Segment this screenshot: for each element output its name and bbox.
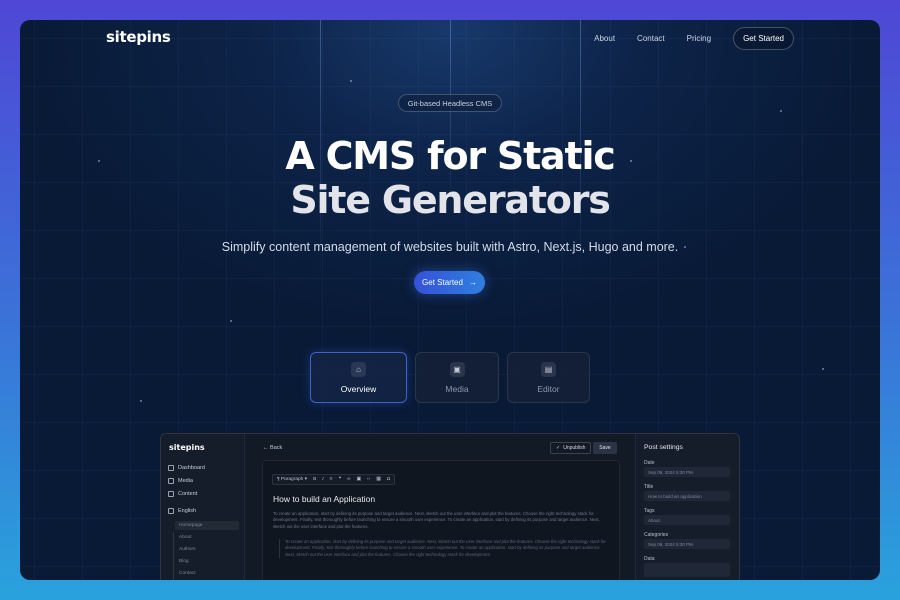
image-icon[interactable]: ▣: [356, 477, 361, 482]
code-icon[interactable]: ‹›: [367, 477, 370, 482]
title-label: Title: [644, 484, 654, 490]
list-icon[interactable]: ≡: [330, 477, 333, 482]
hero-title: A CMS for Static Site Generators: [20, 134, 880, 222]
hero-cta-label: Get Started: [422, 278, 463, 287]
app-preview: sitepins Dashboard Media Content English…: [160, 433, 740, 580]
sidebar-item-label: Media: [178, 478, 193, 484]
post-title: How to build an Application: [273, 494, 376, 504]
tags-field[interactable]: About: [644, 515, 730, 525]
images-icon: ▣: [449, 361, 465, 377]
star: [350, 80, 352, 82]
sidebar-item-english[interactable]: English: [168, 508, 196, 514]
sidebar-item-label: Dashboard: [178, 465, 205, 471]
page-item-blog[interactable]: Blog: [179, 559, 189, 564]
editor-toolbar: ¶ Paragraph ▾ B I ≡ ❝ ∞ ▣ ‹› ▦ Ω: [272, 474, 396, 485]
tags-label: Tags: [644, 508, 655, 514]
quote-icon[interactable]: ❝: [338, 477, 341, 482]
link-icon[interactable]: ∞: [347, 477, 350, 482]
post-settings-panel: Post settings Date Sep 09, 2024 5:30 PM …: [635, 434, 739, 580]
hero-title-line2: Site Generators: [290, 178, 611, 222]
hero-title-line1: A CMS for Static: [285, 134, 615, 178]
italic-icon[interactable]: I: [322, 477, 323, 482]
tab-editor[interactable]: ▤ Editor: [507, 352, 590, 403]
app-logo: sitepins: [169, 443, 205, 452]
page-item-about[interactable]: About: [179, 535, 192, 540]
nav-link-contact[interactable]: Contact: [637, 34, 665, 43]
check-icon: ✓: [556, 445, 561, 451]
content-icon: [168, 491, 174, 497]
post-body: To create an application, start by defin…: [273, 511, 600, 529]
back-button[interactable]: ← Back: [263, 445, 282, 451]
document-icon: ▤: [541, 361, 556, 377]
tree-line: [173, 532, 174, 580]
date-field[interactable]: Sep 09, 2024 5:30 PM: [644, 467, 730, 477]
data-label: Data: [644, 556, 655, 562]
bold-icon[interactable]: B: [313, 477, 316, 482]
top-nav: About Contact Pricing Get Started: [594, 27, 794, 50]
page-item-homepage[interactable]: Homepage: [179, 523, 202, 528]
unpublish-label: Unpublish: [563, 445, 586, 451]
star: [780, 110, 782, 112]
tab-media[interactable]: ▣ Media: [415, 352, 499, 403]
sidebar-item-label: English: [178, 508, 197, 514]
tab-label: Media: [445, 383, 469, 394]
style-select-value: Paragraph: [280, 477, 304, 482]
tab-overview[interactable]: ⌂ Overview: [310, 352, 407, 403]
site-logo[interactable]: sitepins: [106, 28, 171, 46]
post-editor[interactable]: ¶ Paragraph ▾ B I ≡ ❝ ∞ ▣ ‹› ▦ Ω How to …: [262, 460, 620, 580]
arrow-right-icon: →: [468, 278, 477, 287]
post-quote: To create an application, start by defin…: [279, 539, 611, 559]
hero-frame: sitepins About Contact Pricing Get Start…: [20, 20, 880, 580]
post-settings-heading: Post settings: [644, 444, 683, 451]
star: [140, 400, 142, 402]
tab-label: Overview: [340, 383, 377, 394]
hero-subtitle: Simplify content management of websites …: [221, 240, 679, 254]
categories-field[interactable]: Sep 09, 2024 5:30 PM: [644, 539, 730, 549]
title-field[interactable]: How to build an application: [644, 491, 730, 501]
dashboard-icon: [168, 465, 174, 471]
categories-label: Categories: [644, 532, 669, 538]
date-label: Date: [644, 460, 655, 466]
star: [230, 320, 232, 322]
nav-link-pricing[interactable]: Pricing: [687, 34, 711, 43]
folder-icon: [168, 508, 174, 514]
sidebar-item-label: Content: [178, 491, 198, 497]
app-main: ← Back ✓ Unpublish Save ¶ Paragraph ▾ B I…: [251, 434, 629, 580]
page-item-authors[interactable]: Authors: [179, 547, 196, 552]
home-icon: ⌂: [351, 361, 366, 377]
sidebar-item-media[interactable]: Media: [168, 478, 193, 484]
sidebar-item-dashboard[interactable]: Dashboard: [168, 465, 205, 471]
save-button[interactable]: Save: [593, 442, 617, 454]
hero-badge: Git-based Headless CMS: [398, 94, 502, 112]
app-sidebar: sitepins Dashboard Media Content English…: [161, 434, 245, 580]
special-char-icon[interactable]: Ω: [387, 477, 391, 482]
nav-link-about[interactable]: About: [594, 34, 615, 43]
data-field[interactable]: [644, 563, 730, 577]
star: [822, 368, 824, 370]
media-icon: [168, 478, 174, 484]
table-icon[interactable]: ▦: [376, 477, 381, 482]
nav-get-started-button[interactable]: Get Started: [733, 27, 794, 50]
unpublish-button[interactable]: ✓ Unpublish: [550, 442, 592, 454]
sidebar-item-content[interactable]: Content: [168, 491, 197, 497]
back-label: Back: [270, 445, 283, 451]
page-item-contact[interactable]: Contact: [179, 571, 196, 576]
tab-label: Editor: [537, 383, 560, 394]
hero-get-started-button[interactable]: Get Started →: [414, 271, 485, 294]
style-select[interactable]: ¶ Paragraph ▾: [277, 477, 307, 482]
